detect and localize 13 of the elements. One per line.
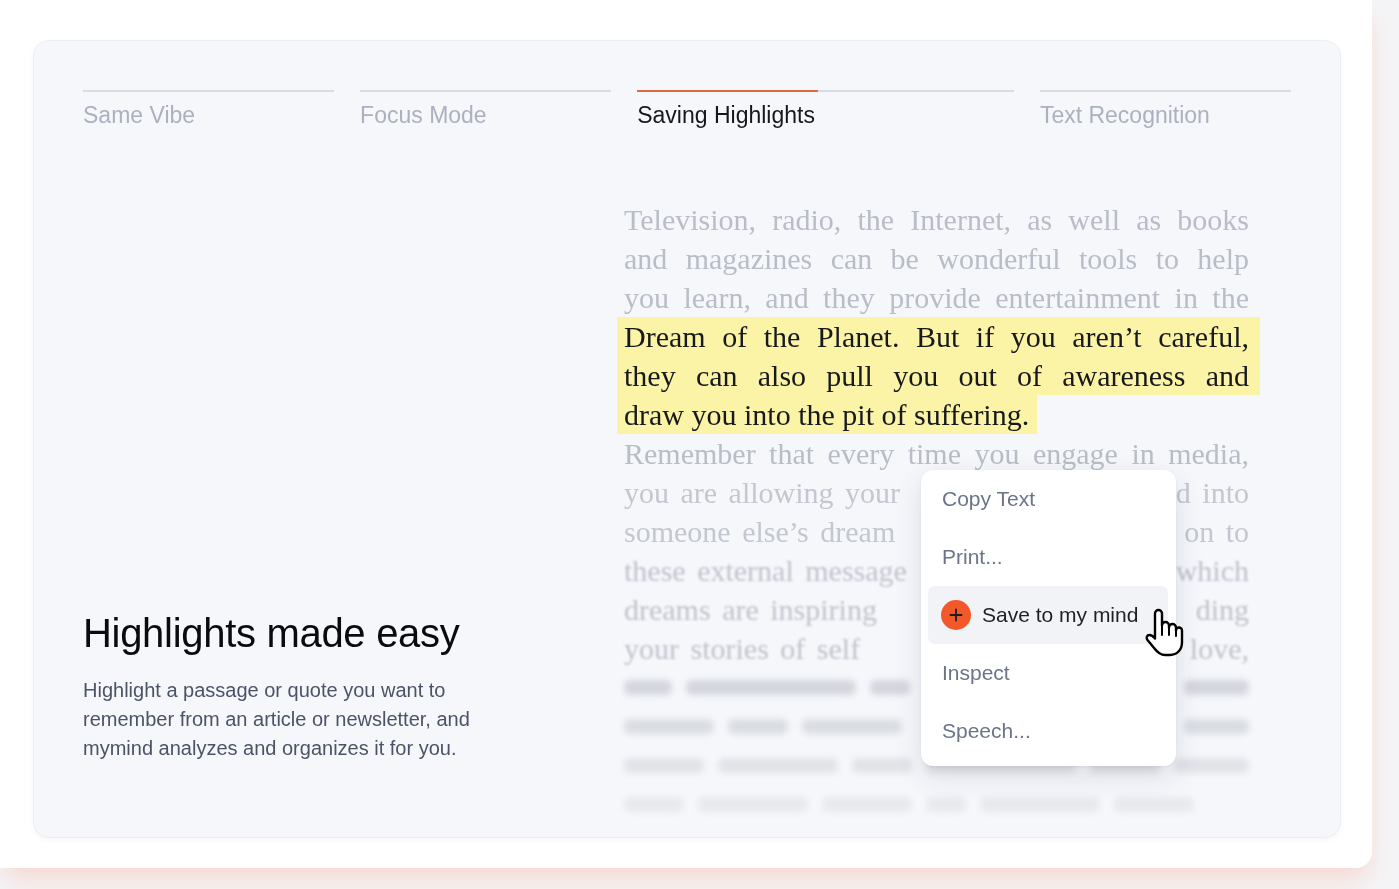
article-line: Television, radio, the Internet, as well as books	[624, 204, 1249, 235]
plus-icon	[941, 600, 971, 630]
article-line: Remember that every time you engage in media,	[624, 438, 1249, 469]
menu-item[interactable]: Speech...	[928, 702, 1168, 760]
menu-item[interactable]: Copy Text	[928, 470, 1168, 528]
menu-item[interactable]: Save to my mind	[928, 586, 1168, 644]
feature-description: Highlight a passage or quote you want to remember from an article or newsletter, and mymind analyzes and organizes it for you.	[83, 678, 471, 761]
feature-tab[interactable]: Saving Highlights	[637, 92, 815, 128]
article-line: you learn, and they provide entertainment in the	[624, 282, 1249, 313]
menu-item[interactable]: Inspect	[928, 644, 1168, 702]
menu-item[interactable]: Print...	[928, 528, 1168, 586]
article-line: and magazines can be wonderful tools to help	[624, 243, 1249, 274]
feature-title: Highlights made easy	[83, 610, 460, 657]
